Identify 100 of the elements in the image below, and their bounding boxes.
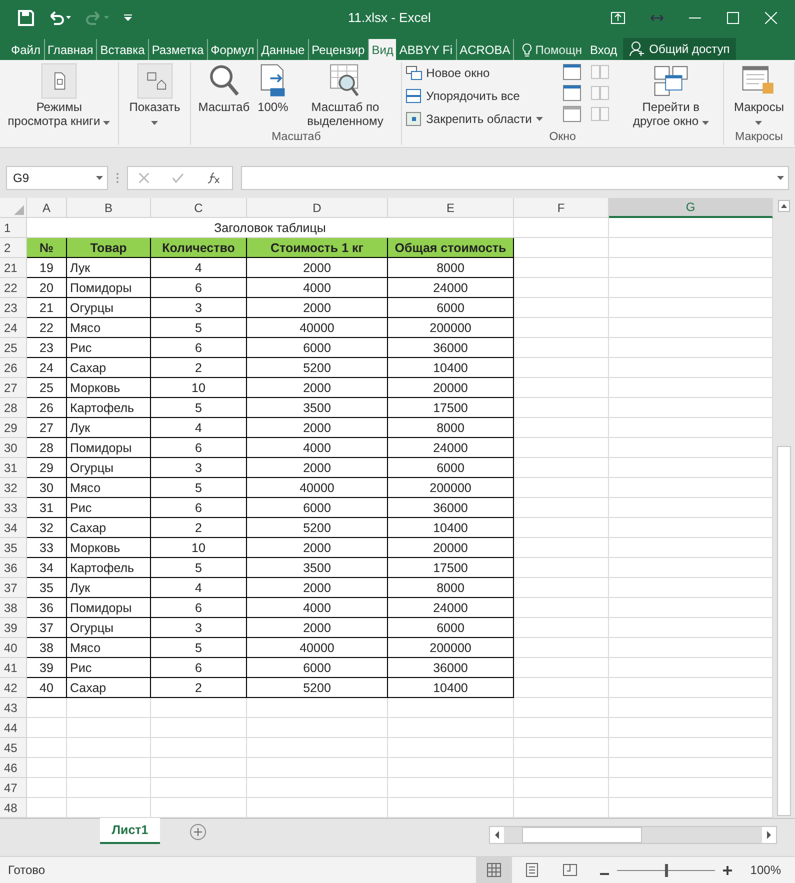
row-header[interactable]: 43 xyxy=(0,698,27,718)
scroll-up-icon[interactable] xyxy=(778,200,790,212)
sign-in-link[interactable]: Вход xyxy=(588,35,624,60)
row-header[interactable]: 44 xyxy=(0,718,27,738)
ribbon-tab[interactable]: Вид xyxy=(368,39,396,60)
column-header[interactable]: C xyxy=(151,198,247,218)
row-header[interactable]: 34 xyxy=(0,518,27,538)
normal-view-button[interactable] xyxy=(476,857,512,883)
row-header[interactable]: 28 xyxy=(0,398,27,418)
scroll-right-icon[interactable] xyxy=(762,827,776,843)
ribbon-button[interactable]: Перейти в другое окно xyxy=(622,62,719,130)
row-header[interactable]: 21 xyxy=(0,258,27,278)
table-cell: 36000 xyxy=(388,498,514,518)
table-cell: 20 xyxy=(27,278,67,298)
row-header[interactable]: 2 xyxy=(0,238,27,258)
column-header[interactable]: B xyxy=(67,198,151,218)
table-cell: 6000 xyxy=(247,658,388,678)
window-layout-icon[interactable] xyxy=(562,106,581,122)
zoom-slider-thumb[interactable] xyxy=(665,864,668,876)
formula-field[interactable] xyxy=(241,166,789,190)
row-header[interactable]: 37 xyxy=(0,578,27,598)
add-sheet-button[interactable] xyxy=(190,824,206,840)
arrange-icon xyxy=(406,89,422,103)
row-header[interactable]: 26 xyxy=(0,358,27,378)
table-cell xyxy=(27,698,67,718)
customize-icon[interactable] xyxy=(124,14,132,22)
row-header[interactable]: 39 xyxy=(0,618,27,638)
table-cell: 4 xyxy=(151,578,247,598)
table-cell: 40 xyxy=(27,678,67,698)
close-icon[interactable] xyxy=(765,12,777,24)
checkmark-icon[interactable] xyxy=(172,173,184,183)
row-header[interactable]: 32 xyxy=(0,478,27,498)
column-header[interactable]: A xyxy=(27,198,67,218)
column-header[interactable]: F xyxy=(514,198,609,218)
row-header[interactable]: 22 xyxy=(0,278,27,298)
row-header[interactable]: 23 xyxy=(0,298,27,318)
row-header[interactable]: 31 xyxy=(0,458,27,478)
table-cell: 10400 xyxy=(388,518,514,538)
table-cell: 34 xyxy=(27,558,67,578)
row-header[interactable]: 46 xyxy=(0,758,27,778)
ribbon-button[interactable]: Показать xyxy=(123,62,186,130)
tell-me-field[interactable]: Помощн xyxy=(535,42,582,56)
row-header[interactable]: 42 xyxy=(0,678,27,698)
row-header[interactable]: 45 xyxy=(0,738,27,758)
scrollbar-thumb[interactable] xyxy=(522,827,642,843)
save-icon[interactable] xyxy=(18,10,34,26)
table-cell: 32 xyxy=(27,518,67,538)
share-button[interactable]: Общий доступ xyxy=(623,38,736,60)
ribbon-button[interactable]: Упорядочить все xyxy=(406,87,543,105)
sheet-tab[interactable]: Лист1 xyxy=(100,818,160,844)
table-cell xyxy=(27,778,67,798)
function-icon[interactable] xyxy=(206,172,221,184)
ribbon-button[interactable]: Закрепить области xyxy=(406,110,543,128)
row-header[interactable]: 29 xyxy=(0,418,27,438)
row-header[interactable]: 30 xyxy=(0,438,27,458)
row-header[interactable]: 33 xyxy=(0,498,27,518)
table-cell: 20000 xyxy=(388,538,514,558)
column-header[interactable]: G xyxy=(609,198,773,218)
ribbon-button[interactable]: 100% xyxy=(254,62,292,130)
table-cell: 17500 xyxy=(388,558,514,578)
scroll-left-icon[interactable] xyxy=(490,827,504,843)
row-header[interactable]: 35 xyxy=(0,538,27,558)
lightbulb-icon xyxy=(522,42,532,56)
table-cell: 5200 xyxy=(247,358,388,378)
table-cell: 24000 xyxy=(388,598,514,618)
ribbon-button[interactable]: Макросы xyxy=(728,62,790,130)
ribbon-button[interactable]: Режимы просмотра книги xyxy=(4,62,114,130)
maximize-icon[interactable] xyxy=(727,12,739,24)
table-cell: 31 xyxy=(27,498,67,518)
scrollbar-thumb[interactable] xyxy=(777,446,791,816)
table-cell: 24000 xyxy=(388,438,514,458)
undo-icon[interactable] xyxy=(48,10,72,24)
zoom-level[interactable]: 100% xyxy=(732,863,795,877)
row-header[interactable]: 27 xyxy=(0,378,27,398)
table-cell: 6000 xyxy=(247,498,388,518)
ribbon-display-icon[interactable] xyxy=(611,12,625,24)
row-header[interactable]: 36 xyxy=(0,558,27,578)
row-header[interactable]: 40 xyxy=(0,638,27,658)
row-header[interactable]: 25 xyxy=(0,338,27,358)
ribbon-button[interactable]: Масштаб xyxy=(195,62,253,130)
row-header[interactable]: 41 xyxy=(0,658,27,678)
table-cell: Лук xyxy=(67,578,151,598)
window-layout-icon[interactable] xyxy=(562,64,581,80)
ribbon-button[interactable]: Новое окно xyxy=(406,64,543,82)
column-header[interactable]: D xyxy=(247,198,388,218)
row-header[interactable]: 48 xyxy=(0,798,27,818)
ribbon-button[interactable]: Масштаб по выделенному xyxy=(293,62,398,130)
column-header[interactable]: E xyxy=(388,198,514,218)
table-cell: Рис xyxy=(67,498,151,518)
table-cell: 36000 xyxy=(388,658,514,678)
row-header[interactable]: 24 xyxy=(0,318,27,338)
table-cell: 40000 xyxy=(247,478,388,498)
row-header[interactable]: 38 xyxy=(0,598,27,618)
window-layout-icon[interactable] xyxy=(562,85,581,101)
row-header[interactable]: 1 xyxy=(0,218,27,238)
name-box[interactable]: G9 xyxy=(6,166,108,190)
table-cell: 8000 xyxy=(388,418,514,438)
table-cell: 6 xyxy=(151,498,247,518)
row-header[interactable]: 47 xyxy=(0,778,27,798)
group-label: Масштаб xyxy=(270,130,322,145)
